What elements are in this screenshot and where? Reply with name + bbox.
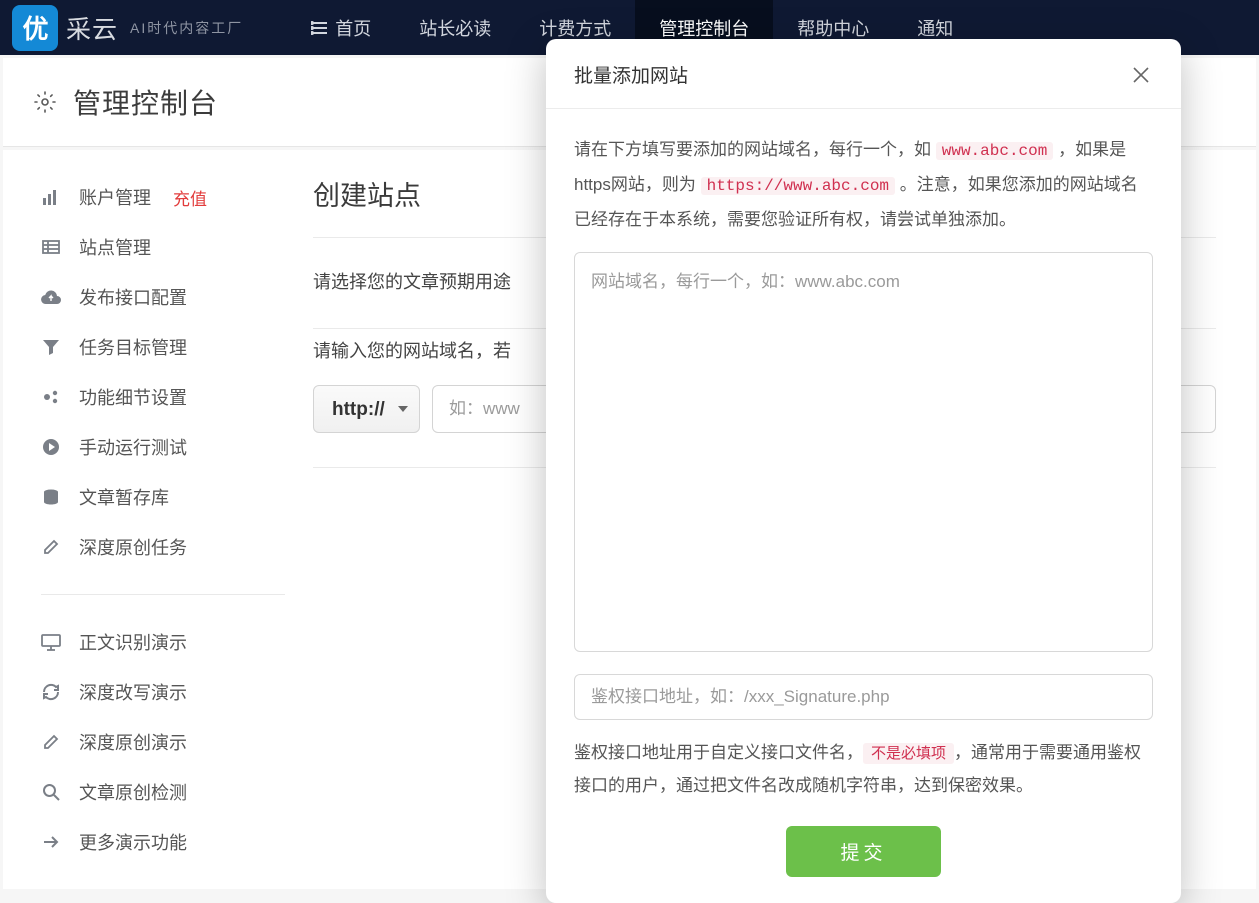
- code-example-domain: www.abc.com: [936, 142, 1054, 160]
- sidebar-item-originality-check[interactable]: 文章原创检测: [41, 767, 285, 817]
- nav-label: 管理控制台: [659, 15, 749, 41]
- sidebar-item-settings[interactable]: 功能细节设置: [41, 372, 285, 422]
- modal-close-button[interactable]: [1129, 63, 1153, 87]
- refresh-icon: [41, 682, 61, 702]
- bulk-add-sites-modal: 批量添加网站 请在下方填写要添加的网站域名，每行一个，如 www.abc.com…: [546, 39, 1181, 903]
- sidebar-label: 深度原创任务: [79, 534, 187, 560]
- auth-note: 鉴权接口地址用于自定义接口文件名，不是必填项，通常用于需要通用鉴权接口的用户，通…: [574, 736, 1153, 802]
- sidebar-item-content-detect[interactable]: 正文识别演示: [41, 617, 285, 667]
- protocol-select[interactable]: http://: [313, 385, 420, 433]
- modal-header: 批量添加网站: [546, 39, 1181, 109]
- nav-label: 首页: [335, 15, 371, 41]
- share-icon: [41, 832, 61, 852]
- auth-url-input[interactable]: [574, 674, 1153, 720]
- sidebar-label: 任务目标管理: [79, 334, 187, 360]
- sidebar: 账户管理 充值 站点管理 发布接口配置 任务目标管理 功能细节设置: [3, 150, 303, 889]
- domains-textarea[interactable]: [574, 252, 1153, 652]
- edit-icon: [41, 537, 61, 557]
- sidebar-item-more-demo[interactable]: 更多演示功能: [41, 817, 285, 867]
- brand[interactable]: 优 采云 AI时代内容工厂: [12, 5, 243, 51]
- brand-name: 采云: [66, 10, 118, 46]
- gear-icon: [33, 90, 57, 114]
- sidebar-label: 文章原创检测: [79, 779, 187, 805]
- grid-icon: [41, 237, 61, 257]
- sidebar-label: 站点管理: [79, 234, 151, 260]
- sidebar-group-manage: 账户管理 充值 站点管理 发布接口配置 任务目标管理 功能细节设置: [41, 172, 285, 595]
- sidebar-label: 账户管理: [79, 184, 151, 210]
- monitor-icon: [41, 632, 61, 652]
- sidebar-label: 深度原创演示: [79, 729, 187, 755]
- nav-webmaster-read[interactable]: 站长必读: [395, 0, 515, 55]
- filter-icon: [41, 337, 61, 357]
- nav-label: 帮助中心: [797, 15, 869, 41]
- sidebar-label: 正文识别演示: [79, 629, 187, 655]
- row-label: 请选择您的文章预期用途: [313, 272, 511, 292]
- sidebar-label: 深度改写演示: [79, 679, 187, 705]
- code-example-https: https://www.abc.com: [701, 177, 895, 195]
- nav-label: 通知: [917, 15, 953, 41]
- nav-label: 站长必读: [419, 15, 491, 41]
- modal-description: 请在下方填写要添加的网站域名，每行一个，如 www.abc.com ，如果是ht…: [574, 133, 1153, 238]
- cogs-icon: [41, 387, 61, 407]
- chart-bar-icon: [41, 187, 61, 207]
- play-circle-icon: [41, 437, 61, 457]
- modal-body: 请在下方填写要添加的网站域名，每行一个，如 www.abc.com ，如果是ht…: [546, 109, 1181, 903]
- search-icon: [41, 782, 61, 802]
- sidebar-item-deep-original-task[interactable]: 深度原创任务: [41, 522, 285, 572]
- sidebar-item-article-cache[interactable]: 文章暂存库: [41, 472, 285, 522]
- sidebar-label: 更多演示功能: [79, 829, 187, 855]
- sidebar-label: 手动运行测试: [79, 434, 187, 460]
- sidebar-group-demo: 正文识别演示 深度改写演示 深度原创演示 文章原创检测 更多演示功能: [41, 617, 285, 867]
- sidebar-item-account[interactable]: 账户管理 充值: [41, 172, 285, 222]
- cloud-upload-icon: [41, 287, 61, 307]
- sidebar-item-task-goals[interactable]: 任务目标管理: [41, 322, 285, 372]
- sidebar-label: 发布接口配置: [79, 284, 187, 310]
- list-icon: [311, 21, 327, 35]
- optional-tag: 不是必填项: [863, 743, 954, 764]
- sidebar-item-publish-api[interactable]: 发布接口配置: [41, 272, 285, 322]
- sidebar-item-deep-original-demo[interactable]: 深度原创演示: [41, 717, 285, 767]
- sidebar-item-deep-rewrite[interactable]: 深度改写演示: [41, 667, 285, 717]
- database-icon: [41, 487, 61, 507]
- sidebar-label: 文章暂存库: [79, 484, 169, 510]
- sidebar-item-manual-run[interactable]: 手动运行测试: [41, 422, 285, 472]
- sidebar-label: 功能细节设置: [79, 384, 187, 410]
- brand-subtitle: AI时代内容工厂: [130, 18, 243, 38]
- edit-icon: [41, 732, 61, 752]
- nav-label: 计费方式: [539, 15, 611, 41]
- brand-badge: 优: [12, 5, 58, 51]
- modal-title: 批量添加网站: [574, 61, 688, 88]
- sidebar-item-sites[interactable]: 站点管理: [41, 222, 285, 272]
- nav-home[interactable]: 首页: [287, 0, 395, 55]
- recharge-badge[interactable]: 充值: [173, 185, 207, 210]
- submit-button[interactable]: 提交: [786, 826, 940, 877]
- console-title: 管理控制台: [73, 82, 218, 122]
